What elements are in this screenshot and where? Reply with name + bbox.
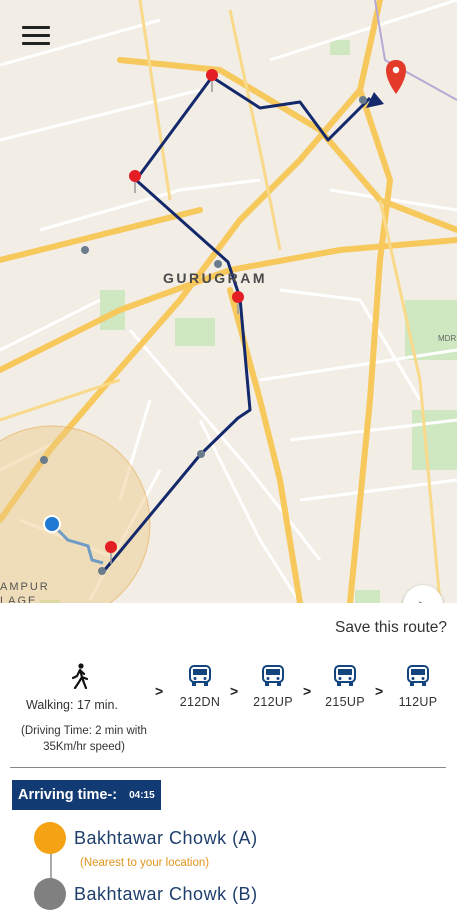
arriving-time-banner: Arriving time-: 04:15 (12, 780, 161, 810)
bus-leg-2[interactable]: 212UP (243, 665, 303, 709)
arriving-label: Arriving time-: (18, 787, 118, 803)
route-panel: Save this route? Walking: 17 min. (Drivi… (0, 603, 457, 910)
area-label-line1: AMPUR (0, 581, 50, 593)
bus-code: 112UP (398, 695, 438, 709)
area-label: AMPUR LAGE (0, 580, 50, 603)
stop-a-name[interactable]: Bakhtawar Chowk (A) (74, 828, 258, 849)
bus-icon (407, 665, 429, 686)
stop-a-note: (Nearest to your location) (80, 857, 210, 869)
bus-leg-3[interactable]: 215UP (315, 665, 375, 709)
bus-code: 212UP (253, 695, 293, 709)
walking-time: Walking: 17 min. (26, 698, 118, 712)
bus-code: 212DN (179, 695, 221, 709)
bus-icon (262, 665, 284, 686)
arriving-time: 04:15 (129, 789, 155, 801)
bus-leg-4[interactable]: 112UP (388, 665, 448, 709)
bus-icon (334, 665, 356, 686)
save-route-link[interactable]: Save this route? (335, 619, 447, 637)
driving-time: (Driving Time: 2 min with 35Km/hr speed) (21, 725, 147, 753)
stop-b-dot (34, 878, 66, 910)
chevron-right-icon: > (155, 683, 164, 699)
area-label-line2: LAGE (0, 595, 38, 603)
chevron-right-icon: > (230, 683, 239, 699)
divider (10, 767, 446, 768)
bus-icon (189, 665, 211, 686)
chevron-right-icon: > (303, 683, 312, 699)
hamburger-menu-icon[interactable] (22, 26, 50, 48)
walking-person-icon (71, 663, 89, 689)
map-canvas (0, 0, 457, 603)
city-label: GURUGRAM (163, 270, 267, 286)
bus-code: 215UP (325, 695, 365, 709)
chevron-right-icon: > (375, 683, 384, 699)
stop-a-dot (34, 822, 66, 854)
road-label: MDR (438, 334, 457, 343)
bus-leg-1[interactable]: 212DN (170, 665, 230, 709)
route-map[interactable]: GURUGRAM AMPUR LAGE MDR ➤ (0, 0, 457, 603)
stop-b-name[interactable]: Bakhtawar Chowk (B) (74, 884, 258, 905)
